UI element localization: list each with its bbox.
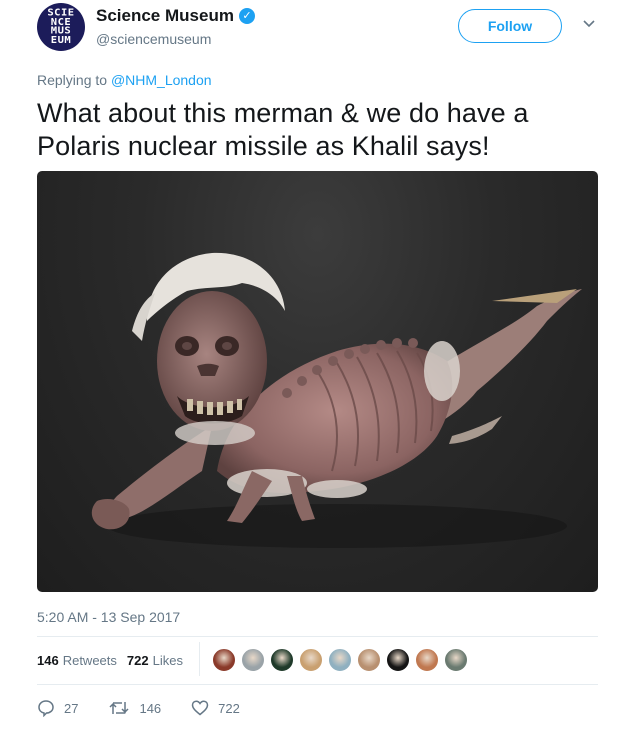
reply-mention-link[interactable]: @NHM_London (111, 72, 212, 88)
chevron-down-icon[interactable] (582, 17, 596, 31)
liker-avatar[interactable] (241, 648, 265, 672)
likes-count: 722 (126, 653, 149, 668)
retweets-label: Retweets (62, 653, 117, 668)
divider (37, 684, 598, 685)
liker-avatar[interactable] (357, 648, 381, 672)
display-name[interactable]: Science Museum (96, 6, 234, 26)
liker-avatar[interactable] (270, 648, 294, 672)
author-name-row[interactable]: Science Museum ✓ (96, 6, 255, 26)
liker-avatars (212, 648, 473, 672)
like-button[interactable]: 722 (191, 699, 240, 717)
retweets-stat[interactable]: 146 Retweets (37, 653, 117, 668)
engagement-stats: 146 Retweets 722 Likes (37, 653, 193, 668)
verified-badge-icon: ✓ (238, 8, 255, 24)
like-count: 722 (218, 700, 240, 716)
tweet-text: What about this merman & we do have a Po… (37, 98, 529, 161)
liker-avatar[interactable] (415, 648, 439, 672)
stats-separator (199, 642, 200, 676)
reply-count: 27 (64, 700, 79, 716)
tweet-card: SCIE NCE MUS EUM Science Museum ✓ @scien… (0, 0, 637, 731)
likes-stat[interactable]: 722 Likes (127, 653, 183, 668)
replying-to-prefix: Replying to (37, 72, 111, 88)
divider (37, 636, 598, 637)
tweet-timestamp[interactable]: 5:20 AM - 13 Sep 2017 (37, 609, 180, 625)
liker-avatar[interactable] (328, 648, 352, 672)
likes-label: Likes (152, 653, 183, 668)
liker-avatar[interactable] (299, 648, 323, 672)
username-handle[interactable]: @sciencemuseum (96, 31, 211, 47)
reply-button[interactable]: 27 (37, 699, 78, 717)
retweet-icon (109, 702, 129, 714)
retweet-count: 146 (139, 700, 162, 716)
follow-button[interactable]: Follow (458, 9, 562, 43)
tweet-photo[interactable] (37, 171, 598, 592)
tweet-actions: 27 146 722 (37, 699, 270, 717)
reply-icon (38, 700, 54, 717)
liker-avatar[interactable] (444, 648, 468, 672)
liker-avatar[interactable] (212, 648, 236, 672)
liker-avatar[interactable] (386, 648, 410, 672)
retweet-button[interactable]: 146 (108, 699, 161, 717)
science-museum-logo: SCIE NCE MUS EUM (47, 7, 75, 46)
heart-icon (191, 700, 209, 716)
merman-photo-illustration (91, 252, 582, 548)
replying-to: Replying to @NHM_London (37, 72, 212, 88)
retweets-count: 146 (37, 653, 59, 668)
avatar[interactable]: SCIE NCE MUS EUM (37, 3, 85, 51)
